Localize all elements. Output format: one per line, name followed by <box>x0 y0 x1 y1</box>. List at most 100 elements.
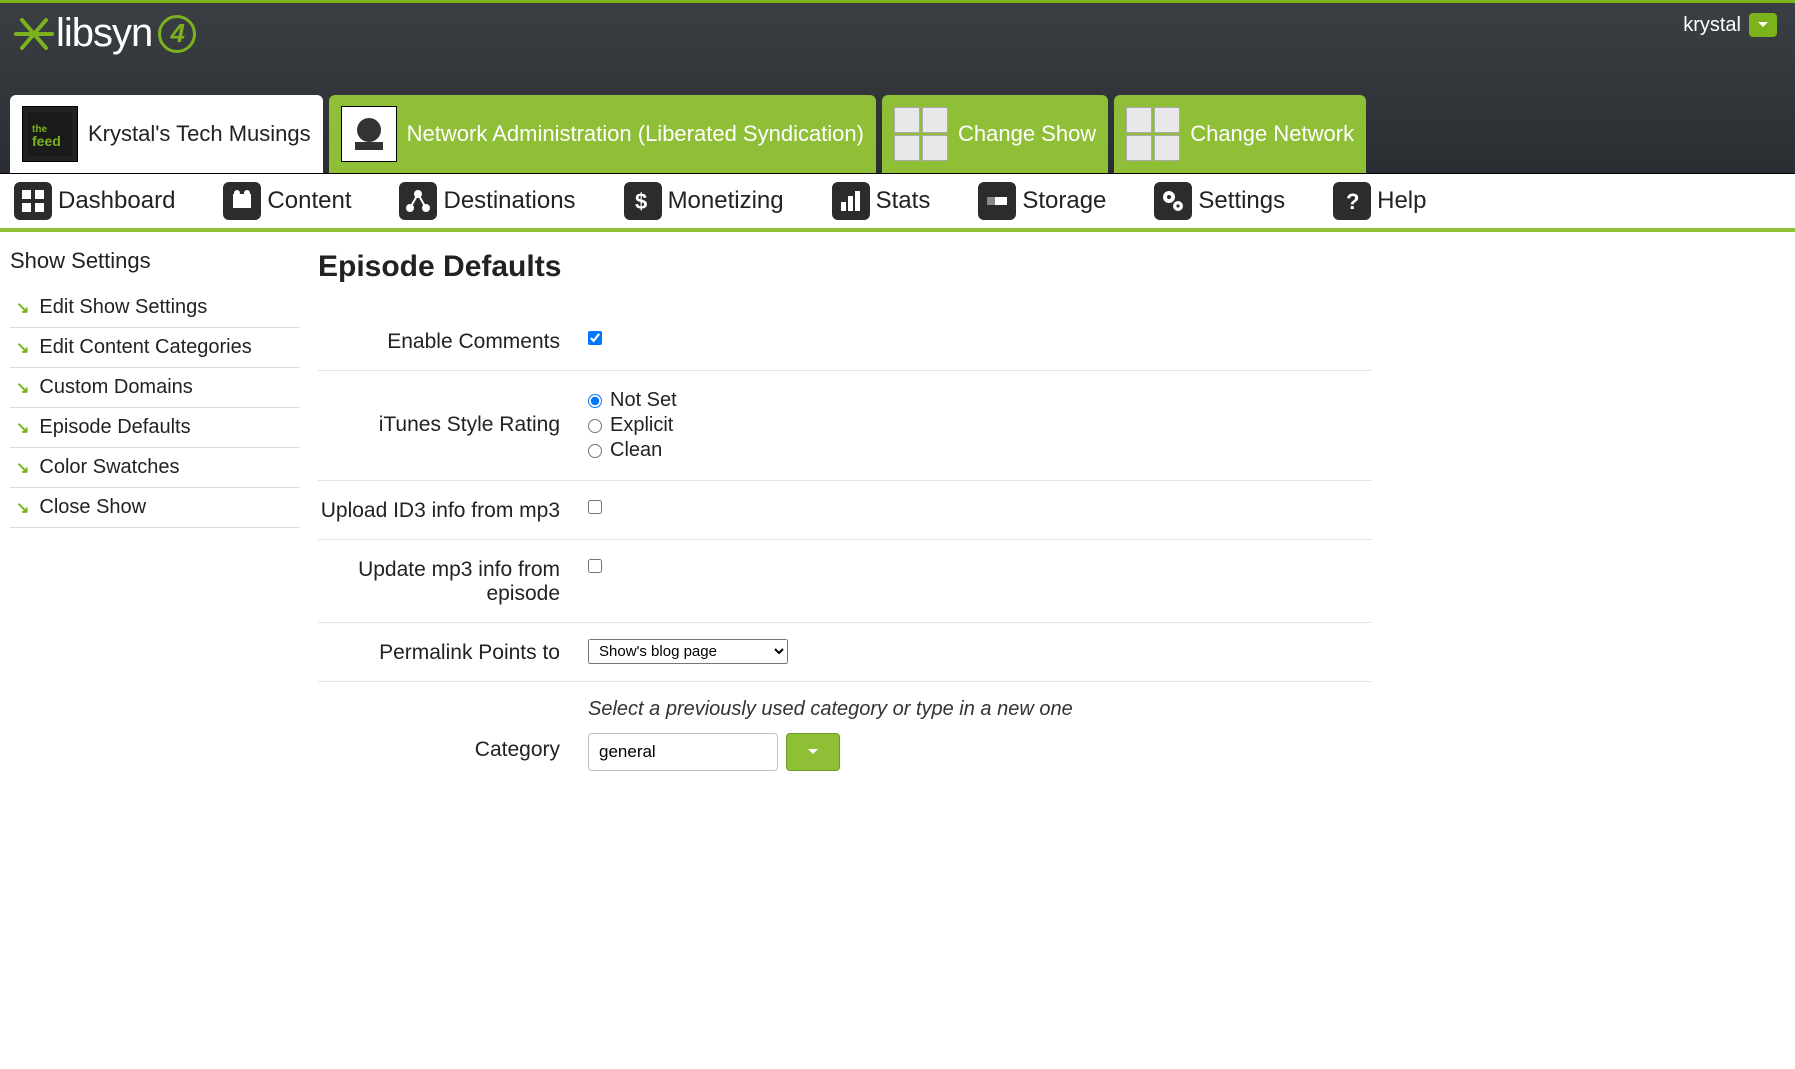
arrow-icon: ↘ <box>16 298 29 318</box>
brand-version: 4 <box>158 15 196 53</box>
sidebar-title: Show Settings <box>10 244 300 288</box>
nav-label: Help <box>1377 187 1426 215</box>
monetizing-icon: $ <box>624 182 662 220</box>
sidebar-item-label: Custom Domains <box>39 376 192 399</box>
permalink-select[interactable]: Show's blog page <box>588 639 788 664</box>
sidebar-item-episode-defaults[interactable]: ↘ Episode Defaults <box>10 408 300 448</box>
user-name: krystal <box>1683 14 1741 37</box>
category-label: Category <box>318 698 588 762</box>
sidebar-item-edit-categories[interactable]: ↘ Edit Content Categories <box>10 328 300 368</box>
sidebar-item-color-swatches[interactable]: ↘ Color Swatches <box>10 448 300 488</box>
permalink-label: Permalink Points to <box>318 639 588 665</box>
tab-label: Change Show <box>958 120 1096 149</box>
row-enable-comments: Enable Comments <box>318 312 1372 371</box>
row-itunes-rating: iTunes Style Rating Not Set Explicit Cle… <box>318 371 1372 481</box>
nav-monetizing[interactable]: $ Monetizing <box>624 182 784 220</box>
user-menu-button[interactable] <box>1749 13 1777 37</box>
sidebar-item-label: Episode Defaults <box>39 416 190 439</box>
rating-option-label: Not Set <box>610 389 677 412</box>
sidebar-item-custom-domains[interactable]: ↘ Custom Domains <box>10 368 300 408</box>
brand-name: libsyn <box>56 11 152 56</box>
caret-down-icon <box>1757 21 1769 29</box>
enable-comments-label: Enable Comments <box>318 328 588 354</box>
tab-current-show[interactable]: thefeed Krystal's Tech Musings <box>10 95 323 173</box>
help-icon: ? <box>1333 182 1371 220</box>
nav-dashboard[interactable]: Dashboard <box>14 182 175 220</box>
tab-change-network[interactable]: Change Network <box>1114 95 1366 173</box>
page-title: Episode Defaults <box>318 250 1372 284</box>
nav-stats[interactable]: Stats <box>832 182 931 220</box>
row-category: Category Select a previously used catego… <box>318 682 1372 787</box>
sidebar-menu: ↘ Edit Show Settings ↘ Edit Content Catego… <box>10 288 300 528</box>
rating-explicit-radio[interactable] <box>588 419 602 433</box>
sidebar-item-close-show[interactable]: ↘ Close Show <box>10 488 300 528</box>
itunes-rating-label: iTunes Style Rating <box>318 387 588 437</box>
nav-storage[interactable]: Storage <box>978 182 1106 220</box>
rating-clean-radio[interactable] <box>588 444 602 458</box>
row-permalink: Permalink Points to Show's blog page <box>318 623 1372 682</box>
destinations-icon <box>399 182 437 220</box>
storage-icon <box>978 182 1016 220</box>
content-icon <box>223 182 261 220</box>
network-thumb-icon <box>341 106 397 162</box>
svg-text:$: $ <box>635 189 647 214</box>
update-mp3-checkbox[interactable] <box>588 559 602 573</box>
rating-option-label: Clean <box>610 439 662 462</box>
tab-network-admin[interactable]: Network Administration (Liberated Syndic… <box>329 95 876 173</box>
caret-down-icon <box>807 748 819 756</box>
sidebar-item-label: Close Show <box>39 496 146 519</box>
category-hint: Select a previously used category or typ… <box>588 698 1372 721</box>
content-layout: Show Settings ↘ Edit Show Settings ↘ Edit … <box>0 232 1795 827</box>
rating-not-set-radio[interactable] <box>588 394 602 408</box>
enable-comments-checkbox[interactable] <box>588 331 602 345</box>
arrow-icon: ↘ <box>16 338 29 358</box>
arrow-icon: ↘ <box>16 458 29 478</box>
topbar: libsyn 4 krystal thefeed Krystal's Tech … <box>0 0 1795 174</box>
sidebar-item-label: Color Swatches <box>39 456 179 479</box>
nav-label: Storage <box>1022 187 1106 215</box>
show-thumb-icon: thefeed <box>22 106 78 162</box>
main-nav: Dashboard Content Destinations $ Monetiz… <box>0 174 1795 232</box>
gear-icon <box>1154 182 1192 220</box>
svg-text:feed: feed <box>32 133 61 149</box>
nav-label: Monetizing <box>668 187 784 215</box>
brand-mark-icon <box>14 14 54 54</box>
tab-change-show[interactable]: Change Show <box>882 95 1108 173</box>
stats-icon <box>832 182 870 220</box>
sidebar-item-label: Edit Show Settings <box>39 296 207 319</box>
arrow-icon: ↘ <box>16 418 29 438</box>
upload-id3-checkbox[interactable] <box>588 500 602 514</box>
row-update-mp3: Update mp3 info from episode <box>318 540 1372 623</box>
rating-option-label: Explicit <box>610 414 673 437</box>
sidebar-item-edit-show[interactable]: ↘ Edit Show Settings <box>10 288 300 328</box>
arrow-icon: ↘ <box>16 378 29 398</box>
nav-label: Destinations <box>443 187 575 215</box>
main-content: Episode Defaults Enable Comments iTunes … <box>300 232 1400 827</box>
nav-content[interactable]: Content <box>223 182 351 220</box>
sidebar: Show Settings ↘ Edit Show Settings ↘ Edit … <box>0 232 300 827</box>
show-tabs: thefeed Krystal's Tech Musings Network A… <box>0 95 1795 173</box>
brand-logo[interactable]: libsyn 4 <box>14 11 196 56</box>
row-upload-id3: Upload ID3 info from mp3 <box>318 481 1372 540</box>
arrow-icon: ↘ <box>16 498 29 518</box>
itunes-rating-options: Not Set Explicit Clean <box>588 387 1372 464</box>
category-input[interactable] <box>588 733 778 771</box>
nav-settings[interactable]: Settings <box>1154 182 1285 220</box>
tab-label: Change Network <box>1190 120 1354 149</box>
svg-text:?: ? <box>1346 189 1359 214</box>
category-dropdown-button[interactable] <box>786 733 840 771</box>
nav-label: Settings <box>1198 187 1285 215</box>
grid-thumb-icon <box>1126 107 1180 161</box>
nav-label: Stats <box>876 187 931 215</box>
upload-id3-label: Upload ID3 info from mp3 <box>318 497 588 523</box>
sidebar-item-label: Edit Content Categories <box>39 336 251 359</box>
nav-help[interactable]: ? Help <box>1333 182 1426 220</box>
nav-label: Content <box>267 187 351 215</box>
nav-destinations[interactable]: Destinations <box>399 182 575 220</box>
dashboard-icon <box>14 182 52 220</box>
update-mp3-label: Update mp3 info from episode <box>318 556 588 606</box>
tab-label: Network Administration (Liberated Syndic… <box>407 120 864 149</box>
tab-label: Krystal's Tech Musings <box>88 121 311 147</box>
nav-label: Dashboard <box>58 187 175 215</box>
user-area: krystal <box>1683 13 1777 37</box>
